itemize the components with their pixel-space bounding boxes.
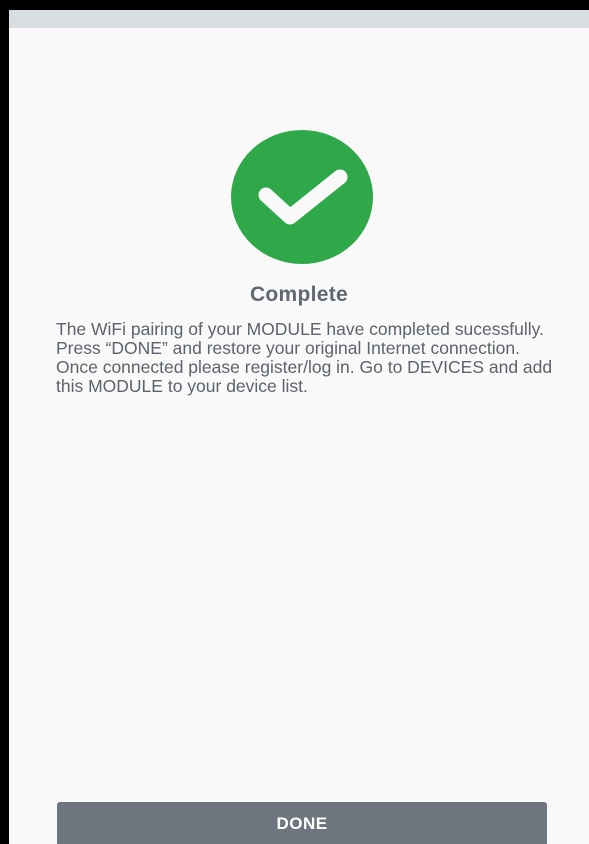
status-bar [9, 10, 589, 28]
done-button[interactable]: DONE [57, 802, 547, 844]
page-title: Complete [249, 283, 349, 306]
message-line-2: Press “DONE” and restore your original I… [56, 338, 520, 358]
message-line-3: Once connected please register/log in. G… [56, 357, 553, 396]
check-circle-icon [231, 130, 373, 264]
pairing-complete-screen: Complete The WiFi pairing of your MODULE… [0, 0, 589, 844]
completion-message: The WiFi pairing of your MODULE have com… [56, 320, 576, 396]
message-line-1: The WiFi pairing of your MODULE have com… [56, 319, 544, 339]
checkmark-icon [258, 169, 348, 225]
